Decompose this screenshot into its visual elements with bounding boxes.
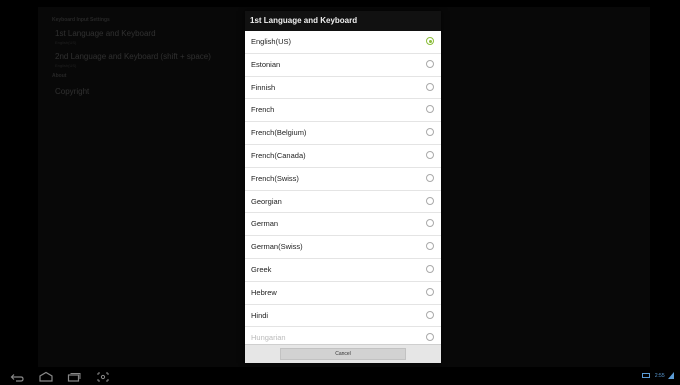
radio-unselected-icon[interactable] <box>426 173 434 182</box>
back-icon[interactable] <box>9 371 25 383</box>
language-item[interactable]: French <box>245 99 441 123</box>
language-item[interactable]: Hebrew <box>245 282 441 305</box>
language-list[interactable]: English(US) Estonian Finnish French French(B… <box>245 31 441 346</box>
radio-unselected-icon[interactable] <box>426 219 434 228</box>
wifi-icon <box>668 372 674 379</box>
language-item[interactable]: French(Belgium) <box>245 122 441 145</box>
radio-unselected-icon[interactable] <box>426 242 434 251</box>
status-time: 2:55 <box>654 372 665 379</box>
language-item[interactable]: French(Canada) <box>245 145 441 168</box>
dialog-title: 1st Language and Keyboard <box>245 11 441 31</box>
language-label: German <box>251 219 279 229</box>
status-area[interactable]: 2:55 <box>642 372 674 382</box>
radio-unselected-icon[interactable] <box>426 333 434 342</box>
language-label: French <box>251 105 275 115</box>
language-item[interactable]: German <box>245 213 441 237</box>
language-item[interactable]: Hindi <box>245 305 441 328</box>
language-dialog: 1st Language and Keyboard English(US) Est… <box>245 11 441 363</box>
language-item[interactable]: Finnish <box>245 77 441 100</box>
radio-unselected-icon[interactable] <box>426 128 434 137</box>
radio-unselected-icon[interactable] <box>426 196 434 205</box>
radio-unselected-icon[interactable] <box>426 310 434 319</box>
language-label: German(Swiss) <box>251 242 303 252</box>
language-label: Estonian <box>251 59 281 69</box>
language-label: Greek <box>251 264 272 274</box>
language-item[interactable]: German(Swiss) <box>245 236 441 259</box>
language-label: English(US) <box>251 37 292 46</box>
radio-unselected-icon[interactable] <box>426 264 434 273</box>
language-label: Finnish <box>251 82 276 92</box>
language-label: Georgian <box>251 196 282 206</box>
screen: Keyboard Input Settings 1st Language and… <box>0 0 680 385</box>
radio-unselected-icon[interactable] <box>426 150 434 159</box>
radio-selected-icon[interactable] <box>426 37 434 45</box>
home-icon[interactable] <box>38 371 54 383</box>
language-label: French(Belgium) <box>251 128 307 138</box>
screenshot-icon[interactable] <box>95 371 111 383</box>
language-label: French(Swiss) <box>251 173 299 183</box>
radio-unselected-icon[interactable] <box>426 105 434 114</box>
language-item[interactable]: Greek <box>245 259 441 282</box>
cancel-button[interactable]: Cancel <box>280 348 406 360</box>
language-item[interactable]: Estonian <box>245 54 441 77</box>
radio-unselected-icon[interactable] <box>426 59 434 68</box>
language-item[interactable]: French(Swiss) <box>245 168 441 191</box>
language-label: Hindi <box>251 310 269 320</box>
keyboard-icon <box>642 373 651 378</box>
system-nav-bar: 2:55 <box>0 369 680 385</box>
dialog-footer: Cancel <box>245 344 441 363</box>
language-label: Hebrew <box>251 287 277 297</box>
radio-unselected-icon[interactable] <box>426 287 434 296</box>
radio-unselected-icon[interactable] <box>426 82 434 91</box>
recent-apps-icon[interactable] <box>66 371 82 383</box>
language-item[interactable]: English(US) <box>245 31 441 54</box>
language-item[interactable]: Georgian <box>245 191 441 214</box>
language-label: French(Canada) <box>251 150 306 160</box>
